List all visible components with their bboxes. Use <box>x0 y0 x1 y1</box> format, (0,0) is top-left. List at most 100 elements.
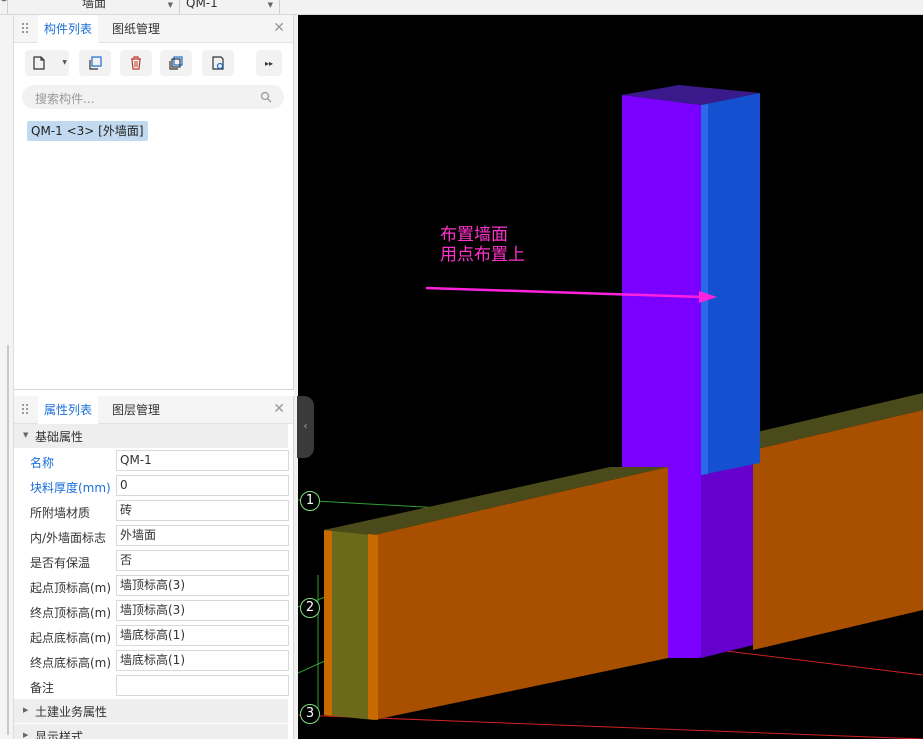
search-input[interactable]: 搜索构件... <box>22 85 284 109</box>
chevron-right-icon: ▶ <box>23 731 29 739</box>
copy-to-floor-button[interactable] <box>160 50 192 76</box>
section-display-style[interactable]: ▶ 显示样式 <box>14 724 288 739</box>
section-label: 土建业务属性 <box>35 705 108 719</box>
wall-end-edge <box>368 534 378 720</box>
property-name: 终点底标高(m) <box>30 656 112 670</box>
chevron-down-icon: ▼ <box>23 431 29 439</box>
property-value-field[interactable]: QM-1 <box>116 450 289 471</box>
property-name: 起点底标高(m) <box>30 631 112 645</box>
property-name: 所附墙材质 <box>30 506 91 520</box>
search-placeholder: 搜索构件... <box>35 92 95 106</box>
layer-icon[interactable] <box>0 0 8 14</box>
property-value-field[interactable]: 外墙面 <box>116 525 289 546</box>
search-icon[interactable] <box>260 91 272 103</box>
component-panel-tabs: 构件列表 图纸管理 ✕ <box>14 15 293 44</box>
property-value-field[interactable]: 墙顶标高(3) <box>116 600 289 621</box>
property-value-field[interactable]: 0 <box>116 475 289 496</box>
property-panel-tabs: 属性列表 图层管理 ✕ <box>14 396 293 425</box>
axis-line-red <box>298 714 923 739</box>
component-type-dropdown[interactable]: 墙面 ▼ <box>76 0 180 14</box>
new-component-button[interactable]: ▼ <box>25 50 69 76</box>
property-name: 是否有保温 <box>30 556 91 570</box>
column-edge <box>701 104 708 475</box>
more-button[interactable]: ▸▸ <box>256 50 282 76</box>
left-dock-strip <box>0 15 14 739</box>
model-canvas[interactable] <box>298 15 923 739</box>
property-name: 内/外墙面标志 <box>30 531 107 545</box>
axis-label-3[interactable]: 3 <box>300 704 320 724</box>
3d-viewport[interactable]: 布置墙面 用点布置上 1 2 3 <box>298 15 923 739</box>
property-row: 起点顶标高(m) 墙顶标高(3) <box>14 573 289 598</box>
wall-side-face <box>753 410 923 650</box>
property-row: 起点底标高(m) 墙底标高(1) <box>14 623 289 648</box>
property-row: 块料厚度(mm) 0 <box>14 473 289 498</box>
copy-to-floor-icon <box>169 56 183 70</box>
chevron-down-icon: ▼ <box>62 59 67 66</box>
wall-end-edge <box>324 530 332 716</box>
drag-handle-icon[interactable] <box>22 23 30 35</box>
property-row: 内/外墙面标志 外墙面 <box>14 523 289 548</box>
chevron-left-icon: ‹ <box>303 421 308 432</box>
save-template-button[interactable] <box>202 50 234 76</box>
scrollbar[interactable] <box>7 345 9 735</box>
chevron-down-icon: ▼ <box>267 1 273 9</box>
annotation-line: 布置墙面 <box>440 225 508 245</box>
property-name: 起点顶标高(m) <box>30 581 112 595</box>
app-window: 墙面 ▼ QM-1 ▼ 构件列表 图纸管理 ✕ ▼ ▸▸ 搜索构件... QM-… <box>0 0 923 739</box>
section-label: 基础属性 <box>35 430 84 444</box>
axis-label-2[interactable]: 2 <box>300 598 320 618</box>
drag-handle-icon[interactable] <box>22 404 30 416</box>
property-row: 名称 QM-1 <box>14 448 289 473</box>
property-value-field[interactable] <box>116 675 289 696</box>
section-basic-properties[interactable]: ▼ 基础属性 <box>14 424 288 448</box>
property-value-field[interactable]: 墙底标高(1) <box>116 650 289 671</box>
close-icon[interactable]: ✕ <box>273 402 285 416</box>
axis-line-red <box>717 649 923 676</box>
property-row: 备注 <box>14 673 289 698</box>
property-row: 是否有保温 否 <box>14 548 289 573</box>
component-name-value: QM-1 <box>186 0 218 10</box>
new-component-icon <box>33 56 45 70</box>
component-type-value: 墙面 <box>82 0 107 10</box>
more-icon: ▸▸ <box>264 58 274 68</box>
chevron-down-icon: ▼ <box>167 1 173 9</box>
save-template-icon <box>212 56 224 70</box>
property-name: 块料厚度(mm) <box>30 481 111 495</box>
property-name: 名称 <box>30 456 55 470</box>
property-value-field[interactable]: 墙顶标高(3) <box>116 575 289 596</box>
delete-button[interactable] <box>120 50 152 76</box>
axis-label-1[interactable]: 1 <box>300 491 320 511</box>
component-name-dropdown[interactable]: QM-1 ▼ <box>180 0 280 14</box>
annotation-line: 用点布置上 <box>440 245 525 265</box>
property-name: 备注 <box>30 681 55 695</box>
column-side-face <box>701 93 760 475</box>
annotation-text: 布置墙面 用点布置上 <box>440 225 525 265</box>
column-lower-side <box>701 460 753 658</box>
tab-property-list[interactable]: 属性列表 <box>38 396 99 425</box>
property-value-field[interactable]: 砖 <box>116 500 289 521</box>
tab-drawing-management[interactable]: 图纸管理 <box>106 15 166 43</box>
chevron-right-icon: ▶ <box>23 706 29 714</box>
collapse-panel-button[interactable]: ‹ <box>297 396 314 458</box>
column-front-face <box>622 95 701 467</box>
property-row: 终点底标高(m) 墙底标高(1) <box>14 648 289 673</box>
component-list-panel: 构件列表 图纸管理 ✕ ▼ ▸▸ 搜索构件... QM-1 <3> [外墙面] <box>14 15 294 390</box>
property-list-panel: 属性列表 图层管理 ✕ ▼ 基础属性 名称 QM-1 块料厚度(mm) 0 所附墙材… <box>14 396 294 739</box>
delete-icon <box>131 56 141 70</box>
property-value-field[interactable]: 否 <box>116 550 289 571</box>
section-label: 显示样式 <box>35 730 84 739</box>
property-value-field[interactable]: 墙底标高(1) <box>116 625 289 646</box>
component-item-qm1[interactable]: QM-1 <3> [外墙面] <box>27 121 148 141</box>
top-toolbar: 墙面 ▼ QM-1 ▼ <box>0 0 923 15</box>
close-icon[interactable]: ✕ <box>273 21 285 35</box>
property-rows: 名称 QM-1 块料厚度(mm) 0 所附墙材质 砖 内/外墙面标志 外墙面 是否有保温… <box>14 448 293 698</box>
property-row: 终点顶标高(m) 墙顶标高(3) <box>14 598 289 623</box>
tab-component-list[interactable]: 构件列表 <box>38 15 99 44</box>
copy-button[interactable] <box>79 50 111 76</box>
section-civil-business-properties[interactable]: ▶ 土建业务属性 <box>14 699 288 723</box>
component-toolbar: ▼ ▸▸ <box>14 43 293 81</box>
copy-component-icon <box>89 56 102 70</box>
tab-layer-management[interactable]: 图层管理 <box>106 396 166 424</box>
property-name: 终点顶标高(m) <box>30 606 112 620</box>
wall-long-face <box>374 467 668 720</box>
